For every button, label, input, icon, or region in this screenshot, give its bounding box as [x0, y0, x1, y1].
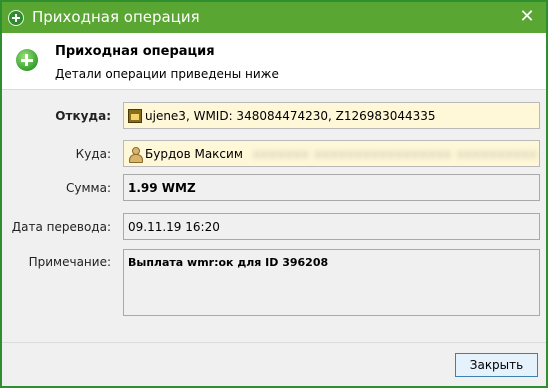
dialog-footer: Закрыть [2, 342, 546, 386]
from-field[interactable]: ujene3, WMID: 348084474230, Z12698304433… [123, 102, 540, 129]
title-bar: Приходная операция ✕ [2, 2, 546, 33]
date-label: Дата перевода: [11, 220, 111, 234]
date-value: 09.11.19 16:20 [128, 219, 220, 234]
to-value: Бурдов Максим [145, 146, 243, 161]
to-redacted-text: xxxxxxx xxxxxxxxxxxxxxxxx xxxxxxxxxx [252, 146, 538, 161]
dialog-window: Приходная операция ✕ Приходная операция … [0, 0, 548, 388]
from-label: Откуда: [55, 109, 111, 123]
window-title: Приходная операция [32, 8, 200, 26]
to-field[interactable]: Бурдов Максим xxxxxxx xxxxxxxxxxxxxxxxx … [123, 140, 540, 167]
person-icon [128, 146, 143, 163]
window-close-button[interactable]: ✕ [514, 5, 540, 29]
note-value: Выплата wmr:ок для ID 396208 [128, 256, 329, 269]
plus-circle-icon [16, 49, 38, 71]
close-button[interactable]: Закрыть [455, 353, 538, 377]
note-field[interactable]: Выплата wmr:ок для ID 396208 [123, 249, 540, 316]
from-value: ujene3, WMID: 348084474230, Z12698304433… [145, 108, 436, 123]
amount-field[interactable]: 1.99 WMZ [123, 174, 540, 201]
wallet-icon [128, 108, 142, 123]
amount-value: 1.99 WMZ [128, 180, 196, 195]
date-field[interactable]: 09.11.19 16:20 [123, 213, 540, 240]
dialog-header: Приходная операция Детали операции приве… [2, 33, 546, 90]
header-title: Приходная операция [55, 44, 215, 59]
note-label: Примечание: [28, 255, 111, 269]
amount-label: Сумма: [66, 181, 111, 195]
header-subtitle: Детали операции приведены ниже [55, 67, 279, 81]
plus-circle-icon [8, 10, 24, 26]
to-label: Куда: [75, 147, 111, 161]
